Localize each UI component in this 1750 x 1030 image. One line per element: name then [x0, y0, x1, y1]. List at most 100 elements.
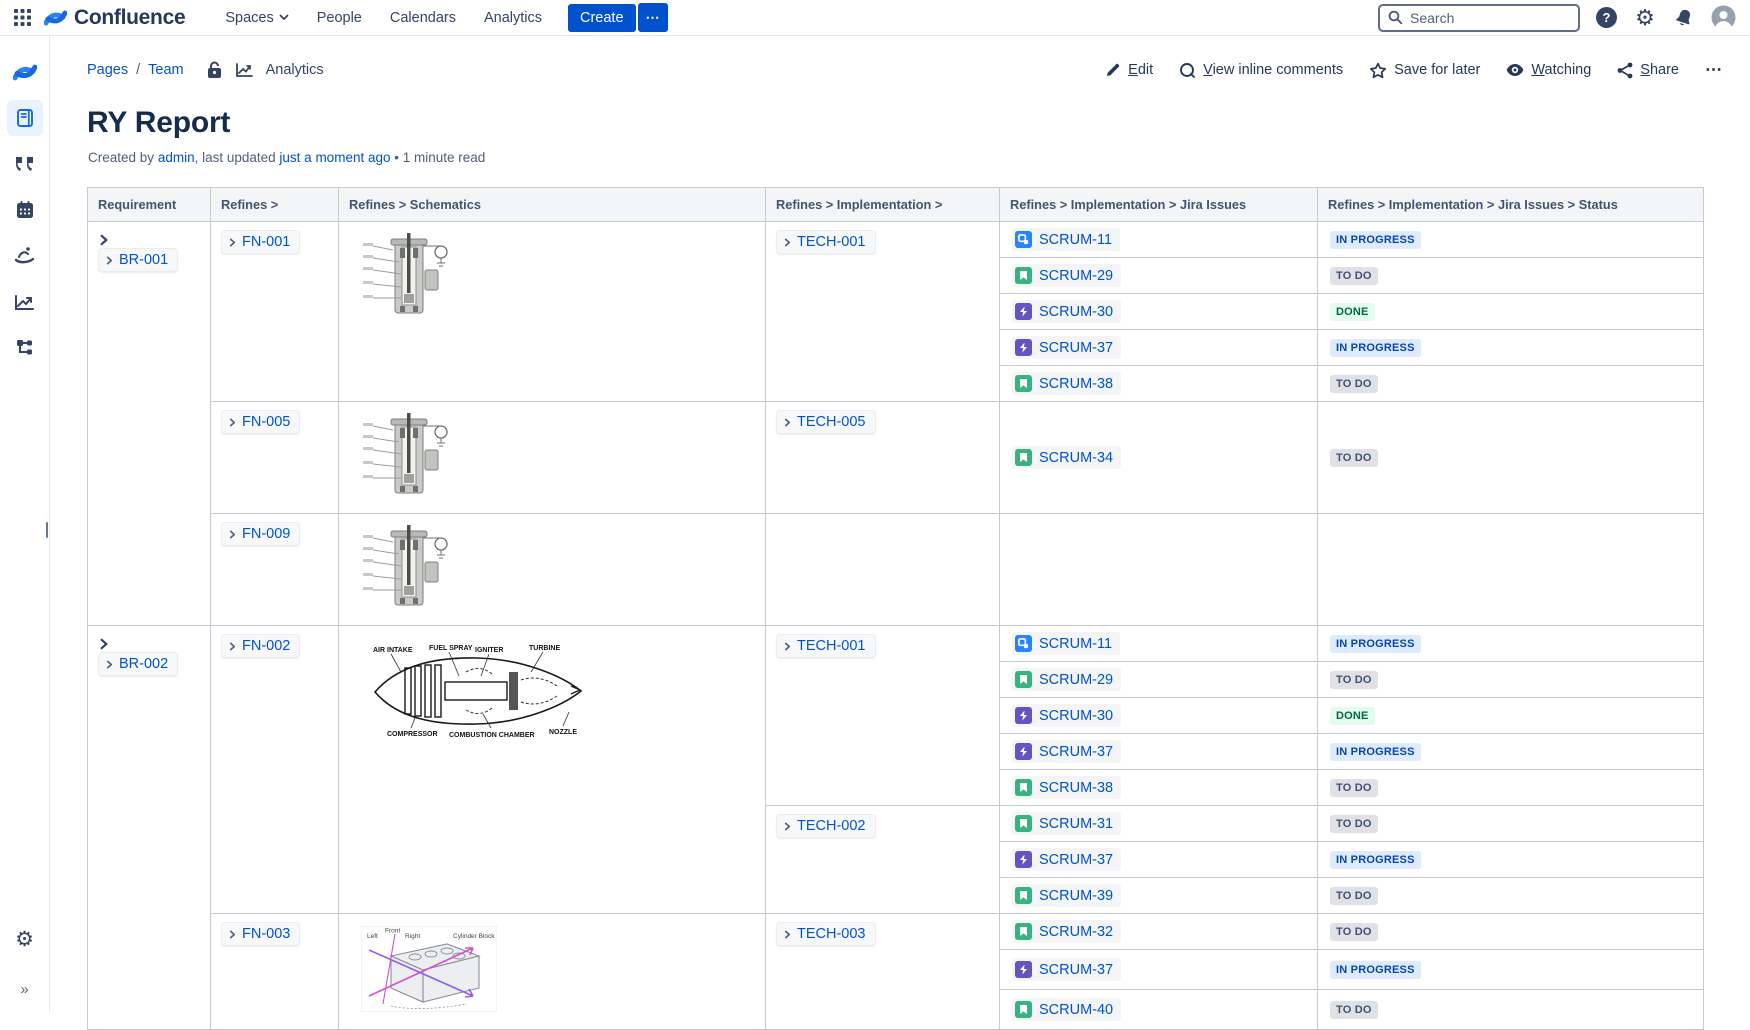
comment-icon: [1179, 62, 1196, 79]
jira-story-icon: [1015, 267, 1032, 284]
watching-button[interactable]: Watching: [1506, 62, 1591, 78]
blog-quotes-icon[interactable]: [7, 146, 43, 182]
refine-chip[interactable]: FN-009: [221, 522, 300, 546]
jira-issue-link[interactable]: SCRUM-11: [1012, 228, 1120, 251]
space-settings-gear-icon[interactable]: ⚙: [7, 921, 43, 957]
nav-analytics[interactable]: Analytics: [484, 10, 542, 26]
breadcrumb-analytics-label[interactable]: Analytics: [266, 62, 324, 78]
create-more-button[interactable]: ⋯: [638, 3, 668, 32]
app-switcher-icon[interactable]: [8, 4, 36, 32]
questions-person-icon[interactable]: [7, 238, 43, 274]
create-button[interactable]: Create: [568, 4, 636, 32]
nav-people[interactable]: People: [317, 10, 362, 26]
search-input[interactable]: [1410, 10, 1560, 26]
calendar-icon[interactable]: [7, 192, 43, 228]
jira-epic-icon: [1015, 743, 1032, 760]
jira-issue-link[interactable]: SCRUM-37: [1012, 848, 1121, 871]
refine-chip[interactable]: FN-001: [221, 230, 300, 254]
search-box[interactable]: [1378, 4, 1580, 32]
chevron-right-icon: [228, 530, 237, 539]
jira-story-icon: [1015, 815, 1032, 832]
jira-subtask-icon: [1015, 635, 1032, 652]
help-icon[interactable]: ?: [1593, 5, 1619, 31]
save-for-later-button[interactable]: Save for later: [1369, 62, 1480, 79]
notifications-bell-icon[interactable]: [1671, 5, 1697, 31]
jira-epic-icon: [1015, 707, 1032, 724]
unlock-icon[interactable]: [206, 61, 223, 79]
jira-issue-link[interactable]: SCRUM-38: [1012, 776, 1121, 799]
jira-issue-link[interactable]: SCRUM-34: [1012, 446, 1121, 469]
hierarchy-tree-icon[interactable]: [7, 330, 43, 366]
jira-issue-link[interactable]: SCRUM-11: [1012, 632, 1120, 655]
chevron-right-icon: [783, 418, 792, 427]
page-more-button[interactable]: ⋯: [1705, 60, 1722, 80]
jira-issue-link[interactable]: SCRUM-30: [1012, 300, 1121, 323]
requirement-chip[interactable]: BR-001: [98, 248, 178, 272]
col-implementation: Refines > Implementation >: [766, 188, 1000, 222]
col-refines: Refines >: [211, 188, 339, 222]
breadcrumb: Pages / Team Analytics: [87, 61, 324, 79]
expand-sidebar-icon[interactable]: »: [20, 981, 28, 998]
jira-subtask-icon: [1015, 231, 1032, 248]
breadcrumb-team[interactable]: Team: [148, 62, 183, 78]
nav-calendars[interactable]: Calendars: [390, 10, 456, 26]
edit-button[interactable]: Edit: [1105, 62, 1153, 78]
updated-link[interactable]: just a moment ago: [279, 150, 390, 165]
breadcrumb-pages[interactable]: Pages: [87, 62, 128, 78]
implementation-chip[interactable]: TECH-002: [776, 814, 876, 838]
settings-gear-icon[interactable]: ⚙: [1632, 5, 1658, 31]
product-name: Confluence: [74, 6, 185, 30]
implementation-chip[interactable]: TECH-001: [776, 634, 876, 658]
refine-chip[interactable]: FN-003: [221, 922, 300, 946]
status-badge: TO DO: [1330, 375, 1378, 393]
jira-issue-link[interactable]: SCRUM-37: [1012, 740, 1121, 763]
refine-chip[interactable]: FN-005: [221, 410, 300, 434]
table-row: BR-001 FN-001: [88, 222, 1704, 258]
page-byline: Created by admin, last updated just a mo…: [88, 150, 1750, 165]
chevron-down-icon: [279, 14, 289, 21]
author-link[interactable]: admin: [158, 150, 195, 165]
confluence-space-logo[interactable]: [7, 54, 43, 90]
jira-issue-link[interactable]: SCRUM-31: [1012, 812, 1121, 835]
pages-icon[interactable]: [7, 100, 43, 136]
view-inline-comments-button[interactable]: View inline comments: [1179, 62, 1343, 79]
jet-label-fuel-spray: FUEL SPRAY: [429, 645, 473, 652]
jira-issue-link[interactable]: SCRUM-40: [1012, 998, 1121, 1021]
jira-issue-link[interactable]: SCRUM-38: [1012, 372, 1121, 395]
requirement-chip[interactable]: BR-002: [98, 652, 178, 676]
status-badge: TO DO: [1330, 779, 1378, 797]
status-badge: TO DO: [1330, 815, 1378, 833]
nav-spaces[interactable]: Spaces: [225, 10, 288, 26]
refine-chip[interactable]: FN-002: [221, 634, 300, 658]
share-button[interactable]: Share: [1617, 62, 1679, 79]
jira-story-icon: [1015, 923, 1032, 940]
expand-row-icon[interactable]: [98, 638, 110, 650]
jira-issue-link[interactable]: SCRUM-29: [1012, 264, 1121, 287]
implementation-chip[interactable]: TECH-005: [776, 410, 876, 434]
status-badge: IN PROGRESS: [1330, 743, 1421, 761]
chevron-right-icon: [228, 930, 237, 939]
jira-story-icon: [1015, 779, 1032, 796]
jira-issue-link[interactable]: SCRUM-30: [1012, 704, 1121, 727]
user-avatar[interactable]: [1710, 5, 1736, 31]
implementation-chip[interactable]: TECH-001: [776, 230, 876, 254]
left-sidebar: ⚙ »: [0, 36, 50, 1012]
jira-issue-link[interactable]: SCRUM-37: [1012, 336, 1121, 359]
status-badge: TO DO: [1330, 887, 1378, 905]
implementation-chip[interactable]: TECH-003: [776, 922, 876, 946]
jira-story-icon: [1015, 375, 1032, 392]
chevron-right-icon: [228, 642, 237, 651]
confluence-logo[interactable]: Confluence: [44, 6, 185, 30]
analytics-trend-icon[interactable]: [235, 62, 254, 78]
chevron-right-icon: [783, 930, 792, 939]
expand-row-icon[interactable]: [98, 234, 110, 246]
jira-issue-link[interactable]: SCRUM-39: [1012, 884, 1121, 907]
chevron-right-icon: [228, 418, 237, 427]
jira-epic-icon: [1015, 851, 1032, 868]
analytics-chart-icon[interactable]: [7, 284, 43, 320]
jet-label-nozzle: NOZZLE: [549, 729, 577, 736]
status-badge: TO DO: [1330, 449, 1378, 467]
jira-issue-link[interactable]: SCRUM-32: [1012, 920, 1121, 943]
jira-issue-link[interactable]: SCRUM-37: [1012, 958, 1121, 981]
jira-issue-link[interactable]: SCRUM-29: [1012, 668, 1121, 691]
